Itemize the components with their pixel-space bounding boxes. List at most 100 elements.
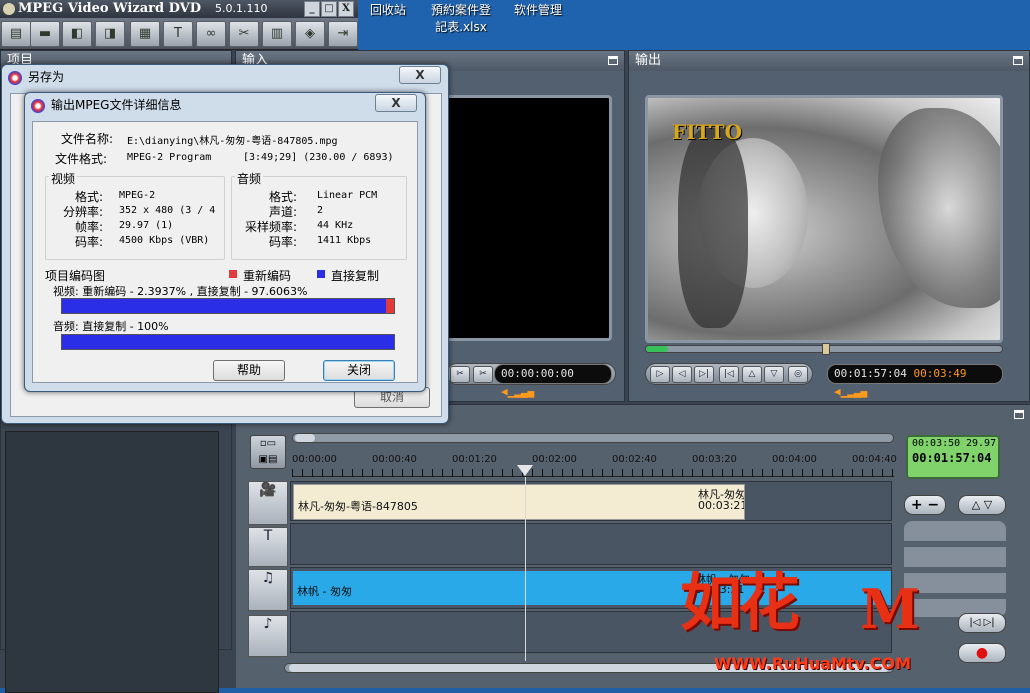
audio-track-icon[interactable]: ♫ (248, 569, 288, 611)
save-as-icon[interactable]: ◨ (95, 21, 125, 47)
watermark-mtv-logo: M (860, 577, 920, 641)
timeline-panel: ▫▭ ▣▤ 00:00:00 00:00:40 00:01:20 00:02:0… (236, 404, 1030, 688)
file-name-label: 文件名称: (61, 132, 114, 146)
mpeg-info-title: 输出MPEG文件详细信息 (51, 98, 182, 112)
output-seek-bar[interactable] (645, 343, 1003, 355)
record-button[interactable]: ● (958, 643, 1006, 663)
text-track[interactable] (290, 523, 892, 565)
volume-level-icon: ▁▂▃▄ (507, 385, 535, 398)
project-list[interactable] (5, 431, 219, 693)
video-frame-leaves (878, 108, 1000, 308)
audio-track[interactable]: 林帆 - 匆匆 林帆 - 匆匆 00:03:21 (290, 567, 892, 609)
desktop-icon-label: 回收站 (369, 3, 406, 17)
maximize-icon[interactable] (608, 56, 618, 65)
ruler-tick: 00:02:00 (532, 454, 577, 465)
video-track-icon[interactable]: 🎥 (248, 481, 288, 525)
timeline-scrollbar-top[interactable] (292, 433, 894, 443)
layout-icon[interactable]: ▥ (262, 21, 292, 47)
audio-clip[interactable]: 林帆 - 匆匆 林帆 - 匆匆 00:03:21 (293, 571, 891, 605)
help-button[interactable]: 帮助 (213, 360, 285, 381)
save-project-icon[interactable]: ◧ (62, 21, 92, 47)
output-preview-screen: FITTO (645, 95, 1003, 343)
input-timecode: 00:00:00:00 ◀▁▂▃▄ (494, 364, 612, 398)
audio-copy-segment (62, 335, 394, 349)
music-track[interactable] (290, 611, 892, 653)
track-up-down-button[interactable]: △ ▽ (958, 495, 1006, 515)
timeline-counter: 00:03:50 29.97 00:01:57:04 (906, 435, 1000, 479)
output-panel-header: 输出 (629, 51, 1029, 71)
save-file-icon[interactable]: ▣ (259, 454, 268, 465)
audio-group-label: 音频 (235, 170, 264, 187)
output-timecode: 00:01:57:04 00:03:49 ◀▁▂▃▄ (827, 364, 1003, 398)
new-project-icon[interactable]: ▤ (1, 21, 31, 47)
text-track-icon[interactable]: T (248, 527, 288, 567)
scissors-end-icon[interactable]: ✂ (473, 366, 493, 383)
music-track-icon[interactable]: ♪ (248, 615, 288, 657)
volume-icon[interactable]: ◀ (834, 385, 841, 398)
video-bitrate-value: 4500 Kbps (VBR) (119, 235, 210, 246)
timeline-file-buttons: ▫▭ ▣▤ (250, 435, 286, 469)
maximize-button[interactable]: □ (321, 1, 337, 17)
desktop-icon-software-manager[interactable]: 软件管理 (510, 2, 566, 19)
desktop-icon-excel-file[interactable]: 預約案件登記表.xlsx (428, 2, 494, 36)
scroll-thumb[interactable] (295, 434, 315, 442)
maximize-icon[interactable] (1014, 410, 1024, 419)
dvd-icon[interactable]: ∞ (196, 21, 226, 47)
legend-reencode-swatch (229, 270, 237, 278)
snapshot-icon[interactable]: ◎ (788, 366, 808, 383)
seek-handle[interactable] (822, 343, 830, 355)
cut-icon[interactable]: ✂ (229, 21, 259, 47)
save-all-icon[interactable]: ▤ (268, 454, 277, 465)
counter-fps: 29.97 (966, 438, 997, 449)
text-icon[interactable]: T (163, 21, 193, 47)
nav-start-end-button[interactable]: |◁ ▷| (958, 613, 1006, 633)
app-title-bar[interactable]: MPEG Video Wizard DVD 5.0.1.110 _ □ X (0, 0, 358, 18)
audio-format-value: Linear PCM (317, 190, 378, 201)
mpeg-info-close-button[interactable]: X (375, 94, 417, 112)
save-as-close-button[interactable]: X (399, 66, 441, 84)
video-clip[interactable]: 林凡-匆匆-粤语-847805 林凡-匆匆 00:03:21 (293, 484, 745, 520)
video-track[interactable]: 林凡-匆匆-粤语-847805 林凡-匆匆 00:03:21 (290, 481, 892, 521)
ruler-tick: 00:04:40 (852, 454, 897, 465)
go-start-icon[interactable]: |◁ (719, 366, 739, 383)
settings-icon[interactable]: ◈ (295, 21, 325, 47)
open-file-icon[interactable]: ▭ (267, 438, 276, 449)
scissors-icon[interactable]: ✂ (450, 366, 470, 383)
new-file-icon[interactable]: ▫ (260, 438, 267, 449)
volume-icon[interactable]: ◀ (501, 385, 508, 398)
legend-reencode-label: 重新编码 (243, 269, 292, 283)
mpeg-info-body: 文件名称: E:\dianying\林凡-匆匆-粤语-847805.mpg 文件… (32, 121, 418, 383)
seek-progress (646, 346, 668, 352)
exit-icon[interactable]: ⇥ (328, 21, 358, 47)
down-icon[interactable]: ▽ (764, 366, 784, 383)
video-frame-hair (678, 128, 748, 328)
zoom-in-button[interactable]: + − (904, 495, 946, 515)
video-effect-icon[interactable]: ▦ (130, 21, 160, 47)
app-title: MPEG Video Wizard DVD (18, 1, 202, 16)
close-button[interactable]: X (338, 1, 354, 17)
legend-copy-label: 直接复制 (331, 269, 380, 283)
desktop-icon-recycle-bin[interactable]: 回收站 (366, 2, 410, 19)
timeline-ruler[interactable]: 00:00:00 00:00:40 00:01:20 00:02:00 00:0… (292, 449, 897, 477)
playhead-marker[interactable] (517, 465, 533, 476)
step-back-icon[interactable]: ◁ (672, 366, 692, 383)
audio-bitrate-value: 1411 Kbps (317, 235, 372, 246)
ruler-tick: 00:02:40 (612, 454, 657, 465)
ruler-tick: 00:01:20 (452, 454, 497, 465)
legend-copy-swatch (317, 270, 325, 278)
ruler-tick: 00:04:00 (772, 454, 817, 465)
step-forward-icon[interactable]: ▷| (694, 366, 714, 383)
video-clip-name: 林凡-匆匆-粤语-847805 (298, 500, 418, 513)
output-panel: 输出 FITTO ▷ ◁ ▷| |◁ △ ▽ ◎ 00:01:57:04 00:… (628, 50, 1030, 402)
play-icon[interactable]: ▷ (650, 366, 670, 383)
minimize-button[interactable]: _ (304, 1, 320, 17)
watermark-brand: 如花 (680, 566, 800, 639)
maximize-icon[interactable] (1013, 56, 1023, 65)
desktop-icon-label: 软件管理 (513, 3, 562, 17)
output-duration: 00:03:49 (913, 367, 967, 380)
up-icon[interactable]: △ (742, 366, 762, 383)
playhead-line (525, 477, 526, 661)
open-project-icon[interactable]: ▬ (30, 21, 60, 47)
close-ok-button[interactable]: 关闭 (323, 360, 395, 381)
desktop-icon-label: 預約案件登記表.xlsx (430, 3, 491, 34)
